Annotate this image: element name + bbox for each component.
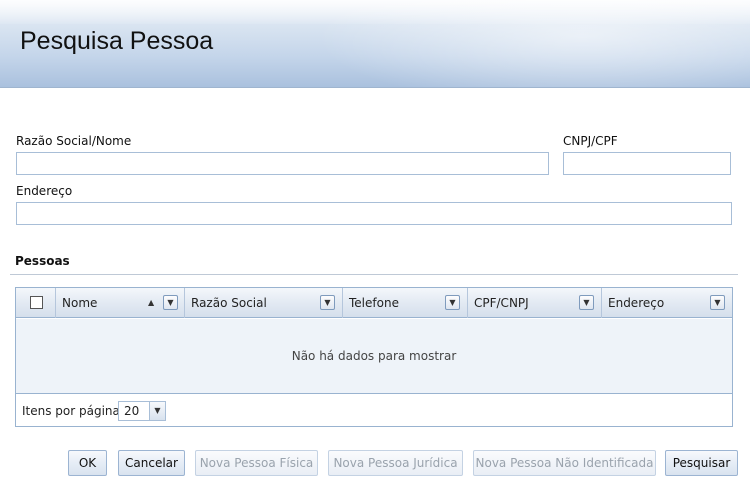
select-all-checkbox[interactable] <box>30 296 43 309</box>
chevron-down-icon[interactable]: ▼ <box>710 295 725 310</box>
column-header-label: Telefone <box>349 296 399 310</box>
razao-social-input[interactable] <box>16 152 549 175</box>
grid-header: Nome ▲ ▼ Razão Social ▼ Telefone ▼ CPF/C… <box>16 288 732 318</box>
ok-button[interactable]: OK <box>68 450 107 476</box>
column-header-razao-social[interactable]: Razão Social ▼ <box>185 288 343 318</box>
chevron-down-icon[interactable]: ▼ <box>579 295 594 310</box>
header-swoosh <box>270 0 750 87</box>
nova-pessoa-nao-identificada-button[interactable]: Nova Pessoa Não Identificada <box>473 450 656 476</box>
pessoas-grid: Nome ▲ ▼ Razão Social ▼ Telefone ▼ CPF/C… <box>15 287 733 427</box>
endereco-input[interactable] <box>16 202 732 225</box>
column-header-label: Nome <box>62 296 98 310</box>
nova-pessoa-juridica-button[interactable]: Nova Pessoa Jurídica <box>328 450 463 476</box>
chevron-down-icon[interactable]: ▼ <box>445 295 460 310</box>
nova-pessoa-fisica-button[interactable]: Nova Pessoa Física <box>195 450 318 476</box>
grid-body: Não há dados para mostrar <box>16 319 732 394</box>
cnpj-cpf-input[interactable] <box>563 152 731 175</box>
page-header: Pesquisa Pessoa <box>0 0 750 88</box>
items-per-page-value: 20 <box>124 404 140 418</box>
column-header-label: Endereço <box>608 296 665 310</box>
column-header-label: Razão Social <box>191 296 267 310</box>
chevron-down-icon[interactable]: ▼ <box>320 295 335 310</box>
empty-message: Não há dados para mostrar <box>291 349 457 363</box>
items-per-page-select[interactable]: 20 ▼ <box>118 401 166 421</box>
cancel-button[interactable]: Cancelar <box>118 450 185 476</box>
column-header-cpf-cnpj[interactable]: CPF/CNPJ ▼ <box>468 288 602 318</box>
column-header-label: CPF/CNPJ <box>474 296 529 310</box>
column-header-telefone[interactable]: Telefone ▼ <box>343 288 468 318</box>
endereco-label: Endereço <box>16 184 73 198</box>
column-header-nome[interactable]: Nome ▲ ▼ <box>56 288 185 318</box>
cnpj-cpf-label: CNPJ/CPF <box>563 134 618 148</box>
pessoas-section-title: Pessoas <box>15 254 70 268</box>
select-all-column <box>16 288 56 318</box>
items-per-page-label: Itens por página: <box>22 404 124 418</box>
sort-asc-icon: ▲ <box>148 298 155 307</box>
pesquisar-button[interactable]: Pesquisar <box>665 450 738 476</box>
page-title: Pesquisa Pessoa <box>20 27 214 55</box>
chevron-down-icon[interactable]: ▼ <box>149 402 165 420</box>
razao-social-label: Razão Social/Nome <box>16 134 132 148</box>
section-divider <box>10 274 738 275</box>
column-header-endereco[interactable]: Endereço ▼ <box>602 288 732 318</box>
chevron-down-icon[interactable]: ▼ <box>163 295 178 310</box>
grid-pager: Itens por página: 20 ▼ <box>16 395 732 426</box>
